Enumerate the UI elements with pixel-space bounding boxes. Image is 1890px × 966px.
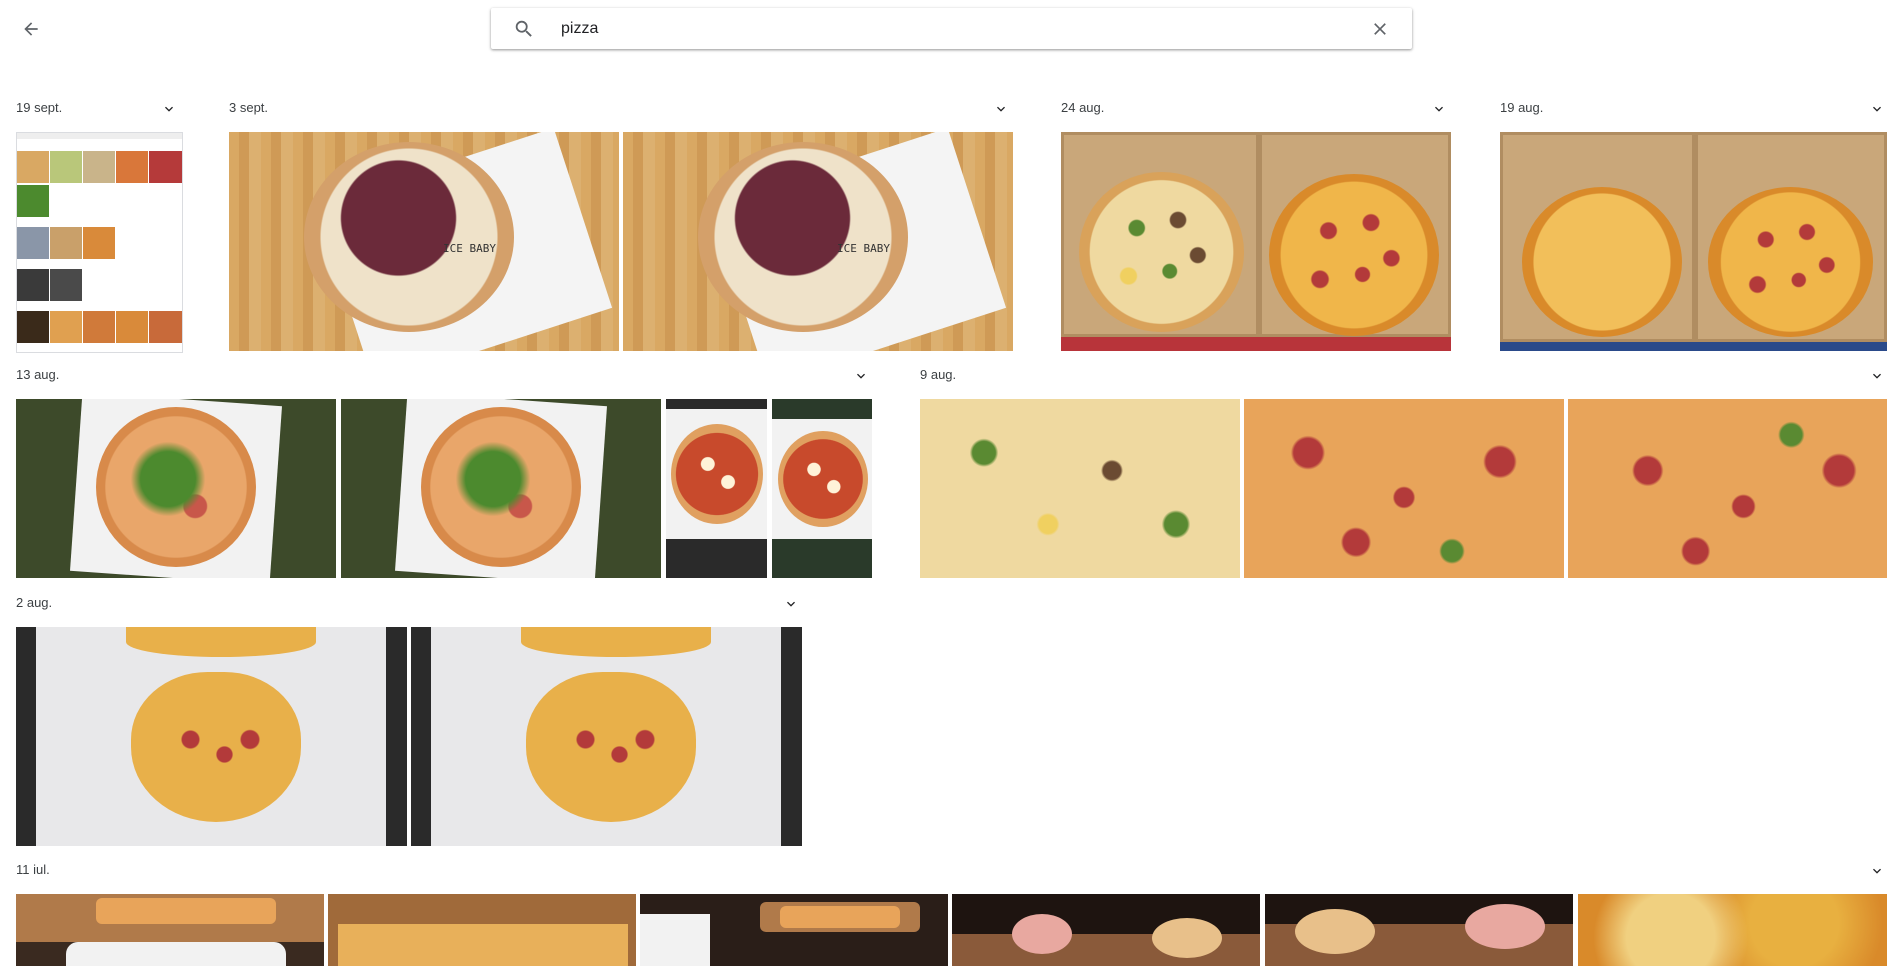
arrow-left-icon [24, 22, 38, 36]
photo-thumbnail[interactable]: ICE BABY [229, 132, 619, 351]
date-header: 24 aug. [1061, 100, 1105, 115]
photo-text: ICE BABY [443, 242, 496, 255]
date-header: 19 aug. [1500, 100, 1544, 115]
photo-thumbnail[interactable] [1500, 132, 1887, 351]
photo-thumbnail[interactable] [1061, 132, 1451, 351]
clear-search-button[interactable] [1368, 17, 1392, 41]
chevron-down-icon [165, 106, 173, 112]
expand-chevron[interactable] [1430, 100, 1448, 118]
photo-thumbnail[interactable] [1578, 894, 1887, 966]
date-header: 3 sept. [229, 100, 269, 115]
date-header: 2 aug. [16, 595, 53, 610]
photo-thumbnail[interactable] [341, 399, 661, 578]
photo-thumbnail[interactable] [1265, 894, 1573, 966]
photo-thumbnail[interactable] [772, 399, 872, 578]
date-header: 11 iul. [16, 862, 50, 877]
photo-thumbnail[interactable] [328, 894, 636, 966]
photo-thumbnail[interactable] [920, 399, 1240, 578]
chevron-down-icon [787, 601, 795, 607]
date-header: 9 aug. [920, 367, 957, 382]
photo-text: ICE BABY [837, 242, 890, 255]
chevron-down-icon [1873, 106, 1881, 112]
search-bar [491, 8, 1412, 49]
photo-thumbnail[interactable] [666, 399, 767, 578]
expand-chevron[interactable] [782, 595, 800, 613]
photo-thumbnail[interactable] [1244, 399, 1564, 578]
expand-chevron[interactable] [1868, 100, 1886, 118]
chevron-down-icon [997, 106, 1005, 112]
chevron-down-icon [1873, 373, 1881, 379]
photo-thumbnail[interactable] [411, 627, 802, 846]
expand-chevron[interactable] [992, 100, 1010, 118]
photo-thumbnail[interactable] [16, 132, 183, 353]
photo-thumbnail[interactable] [640, 894, 948, 966]
expand-chevron[interactable] [1868, 862, 1886, 880]
chevron-down-icon [857, 373, 865, 379]
chevron-down-icon [1873, 868, 1881, 874]
expand-chevron[interactable] [1868, 367, 1886, 385]
photo-thumbnail[interactable] [16, 399, 336, 578]
date-header: 19 sept. [16, 100, 63, 115]
expand-chevron[interactable] [852, 367, 870, 385]
search-input[interactable] [559, 16, 1343, 42]
photo-thumbnail[interactable]: ICE BABY [623, 132, 1013, 351]
date-header: 13 aug. [16, 367, 60, 382]
expand-chevron[interactable] [160, 100, 178, 118]
search-icon [513, 18, 535, 40]
photo-thumbnail[interactable] [952, 894, 1260, 966]
photo-thumbnail[interactable] [16, 627, 407, 846]
chevron-down-icon [1435, 106, 1443, 112]
back-button[interactable] [14, 12, 48, 46]
close-icon [1374, 23, 1386, 35]
photo-thumbnail[interactable] [1568, 399, 1887, 578]
photo-thumbnail[interactable] [16, 894, 324, 966]
